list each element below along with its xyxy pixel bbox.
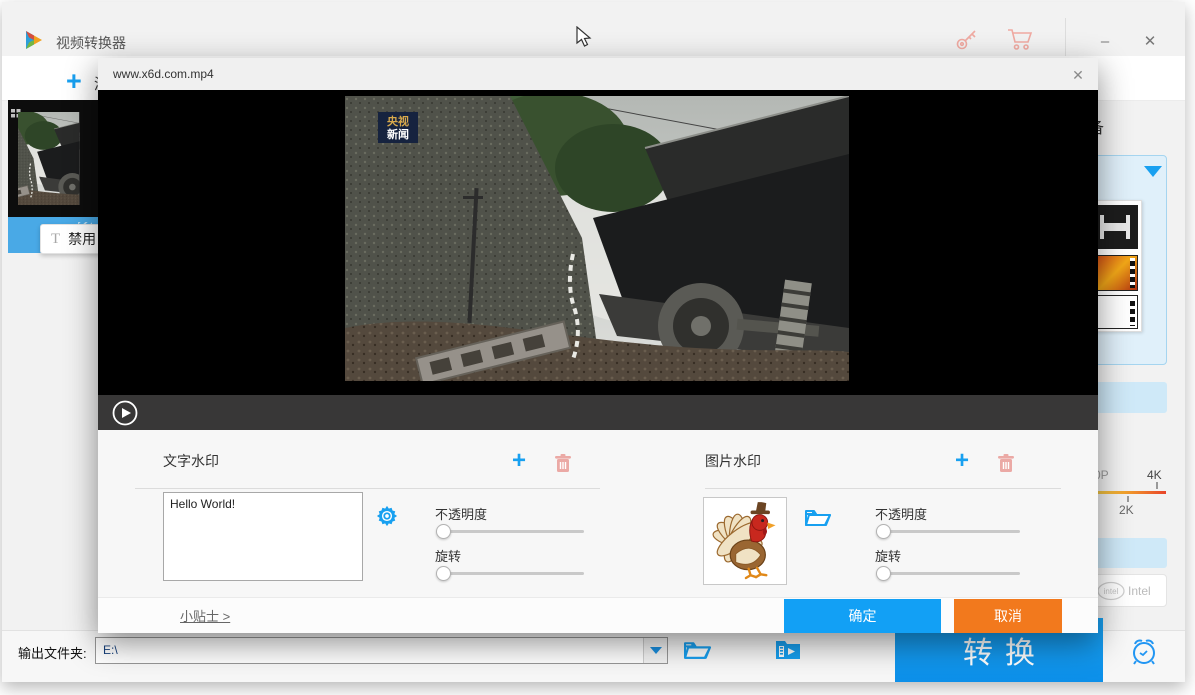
close-button[interactable]: ✕ — [1132, 24, 1168, 58]
image-rotate-label: 旋转 — [875, 546, 901, 565]
image-rotate-slider[interactable] — [877, 572, 1020, 575]
key-icon[interactable] — [954, 26, 980, 57]
dialog-close-icon[interactable]: ✕ — [1064, 64, 1092, 86]
format-thumb-film-1 — [1092, 255, 1138, 291]
dialog-header[interactable]: www.x6d.com.mp4 ✕ — [98, 58, 1098, 90]
watermark-image-preview[interactable] — [703, 497, 787, 585]
delete-image-watermark-icon[interactable] — [998, 454, 1014, 478]
app-logo-icon — [22, 28, 46, 57]
player-bar: 00:00:00 / 00:00:12 — [98, 395, 1098, 430]
image-opacity-thumb[interactable] — [876, 524, 891, 539]
combobox-dropdown-button[interactable] — [643, 638, 667, 663]
text-opacity-label: 不透明度 — [435, 504, 487, 523]
browse-folder-button[interactable] — [684, 639, 711, 666]
add-image-watermark-button[interactable]: + — [955, 447, 969, 475]
titlebar-divider — [1065, 18, 1066, 56]
add-text-watermark-button[interactable]: + — [512, 447, 526, 475]
disable-tab-label: 禁用 — [68, 229, 96, 249]
tips-link[interactable]: 小贴士 > — [180, 606, 230, 625]
open-output-media-button[interactable] — [774, 637, 802, 667]
shopping-cart-icon[interactable] — [1006, 27, 1034, 58]
resolution-tick-4k — [1156, 482, 1158, 489]
text-rotate-thumb[interactable] — [436, 566, 451, 581]
output-folder-label: 输出文件夹: — [18, 643, 87, 662]
svg-text:Intel: Intel — [1128, 584, 1151, 598]
text-settings-gear-icon[interactable] — [376, 505, 398, 532]
mouse-cursor — [576, 26, 592, 53]
titlebar: 视频转换器 – ✕ — [2, 2, 1185, 56]
dialog-title: www.x6d.com.mp4 — [113, 67, 214, 81]
ok-button[interactable]: 确定 — [784, 599, 941, 633]
text-rotate-label: 旋转 — [435, 546, 461, 565]
cancel-button[interactable]: 取消 — [954, 599, 1062, 633]
dropdown-arrow-icon — [650, 647, 662, 654]
watermark-text-input[interactable]: Hello World! — [163, 492, 363, 581]
section-divider — [135, 488, 600, 489]
delete-text-watermark-icon[interactable] — [555, 454, 571, 478]
add-files-plus-icon[interactable]: + — [66, 66, 82, 97]
image-watermark-title: 图片水印 — [705, 451, 761, 471]
minimize-button[interactable]: – — [1087, 24, 1123, 58]
text-rotate-slider[interactable] — [437, 572, 584, 575]
play-button[interactable] — [112, 400, 138, 431]
image-rotate-thumb[interactable] — [876, 566, 891, 581]
text-tool-icon: T — [51, 231, 60, 248]
intel-badge: intel Intel — [1092, 574, 1167, 607]
resolution-label-2k: 2K — [1119, 503, 1134, 517]
dialog-footer — [98, 597, 1098, 633]
resolution-label-4k: 4K — [1147, 468, 1162, 482]
text-opacity-thumb[interactable] — [436, 524, 451, 539]
watermark-dialog: www.x6d.com.mp4 ✕ 00:00:00 / 00:00:12 文字… — [98, 58, 1098, 633]
text-watermark-title: 文字水印 — [163, 451, 219, 471]
text-opacity-slider[interactable] — [437, 530, 584, 533]
format-dropdown-icon[interactable] — [1144, 166, 1162, 177]
format-thumb-film-2 — [1092, 295, 1138, 329]
video-thumbnail[interactable] — [18, 112, 98, 205]
resolution-tick-2k — [1127, 496, 1129, 502]
video-frame — [345, 96, 849, 381]
svg-text:intel: intel — [1104, 587, 1119, 596]
format-thumb-dark — [1092, 205, 1138, 249]
alarm-clock-icon[interactable] — [1127, 634, 1161, 673]
image-opacity-label: 不透明度 — [875, 504, 927, 523]
image-opacity-slider[interactable] — [877, 530, 1020, 533]
section-divider — [705, 488, 1061, 489]
output-folder-combobox[interactable]: E:\ — [95, 637, 668, 664]
app-title: 视频转换器 — [56, 33, 126, 53]
browse-image-folder-icon[interactable] — [805, 507, 831, 533]
output-folder-value: E:\ — [103, 643, 118, 657]
